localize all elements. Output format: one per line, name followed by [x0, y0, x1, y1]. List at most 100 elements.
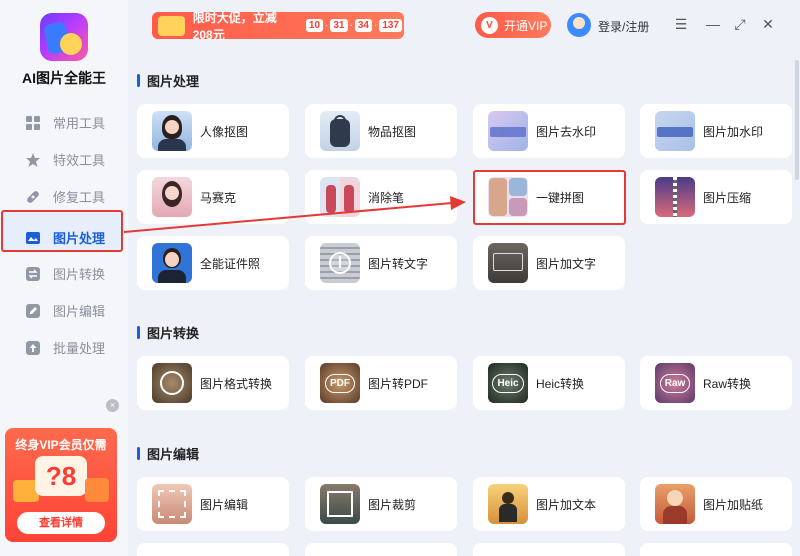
- tool-format-convert[interactable]: 图片格式转换: [137, 356, 289, 410]
- id-photo-icon: [152, 243, 192, 283]
- avatar[interactable]: [567, 13, 591, 37]
- countdown-hours: 10: [305, 19, 324, 32]
- sidebar-item-label: 图片转换: [53, 267, 106, 282]
- login-link[interactable]: 登录/注册: [598, 18, 649, 35]
- sidebar-item-label: 特效工具: [53, 153, 106, 168]
- portrait-cutout-icon: [152, 111, 192, 151]
- tool-add-watermark[interactable]: 图片加水印: [640, 104, 792, 158]
- section-title-image-edit: 图片编辑: [137, 444, 199, 463]
- countdown-separator: ·: [349, 20, 353, 31]
- image-icon: [24, 229, 42, 247]
- app-name: AI图片全能王: [22, 70, 106, 86]
- grid-icon: [24, 114, 42, 132]
- tool-portrait-cutout[interactable]: 人像抠图: [137, 104, 289, 158]
- scrollbar[interactable]: [795, 60, 799, 180]
- sidebar-item-label: 批量处理: [53, 341, 106, 356]
- countdown-minutes: 31: [330, 19, 348, 32]
- sidebar-nav: 常用工具 特效工具 修复工具 图片处理 图片转换 图片编辑 批量处理: [0, 104, 128, 366]
- promo-banner[interactable]: 限时大促，立减208元 10 · 31 · 34 · 137: [152, 11, 404, 42]
- sidebar-item-image-edit[interactable]: 图片编辑: [0, 292, 128, 329]
- vip-ad-banner[interactable]: 终身VIP会员仅需 ?8 查看详情: [5, 428, 117, 542]
- countdown-seconds: 34: [354, 19, 372, 32]
- tool-label: 图片加文本: [536, 497, 597, 512]
- tool-id-photo[interactable]: 全能证件照: [137, 236, 289, 290]
- tool-heic-convert[interactable]: Heic Heic转换: [473, 356, 625, 410]
- tool-compress[interactable]: 图片压缩: [640, 170, 792, 224]
- open-vip-button[interactable]: V 开通VIP: [475, 12, 551, 38]
- tool-add-caption[interactable]: 图片加文本: [473, 477, 625, 531]
- sidebar-item-label: 常用工具: [53, 116, 106, 131]
- mosaic-icon: [152, 177, 192, 217]
- promo-text: 限时大促，立减208元: [192, 10, 277, 42]
- tool-image-to-text[interactable]: 图片转文字: [305, 236, 457, 290]
- tool-label: 图片加水印: [703, 124, 764, 139]
- vip-icon: V: [481, 16, 498, 34]
- sidebar-item-effect-tools[interactable]: 特效工具: [0, 141, 128, 178]
- add-caption-icon: [488, 484, 528, 524]
- object-cutout-icon: [320, 111, 360, 151]
- tool-label: 图片加文字: [536, 256, 597, 271]
- tool-partial-3[interactable]: [473, 543, 625, 556]
- tool-label: 人像抠图: [200, 124, 249, 139]
- image-to-text-icon: [320, 243, 360, 283]
- tool-remove-watermark[interactable]: 图片去水印: [473, 104, 625, 158]
- pdf-badge: PDF: [325, 373, 355, 393]
- tool-label: 图片格式转换: [200, 376, 273, 391]
- tool-eraser-pen[interactable]: 消除笔: [305, 170, 457, 224]
- tool-label: Raw转换: [703, 376, 752, 391]
- close-icon[interactable]: ✕: [759, 15, 777, 33]
- sidebar-item-batch[interactable]: 批量处理: [0, 329, 128, 366]
- section-title-image-processing: 图片处理: [137, 71, 199, 90]
- tool-label: 图片转文字: [368, 256, 429, 271]
- menu-icon[interactable]: ☰: [672, 15, 690, 33]
- tool-label: 马赛克: [200, 190, 237, 205]
- tool-label: 消除笔: [368, 190, 405, 205]
- tool-label: 全能证件照: [200, 256, 261, 271]
- pdf-icon: PDF: [320, 363, 360, 403]
- view-details-button[interactable]: 查看详情: [17, 512, 105, 534]
- tool-label: Heic转换: [536, 376, 585, 391]
- tool-label: 图片压缩: [703, 190, 752, 205]
- ad-title: 终身VIP会员仅需: [15, 438, 107, 452]
- gift-box-icon: [158, 15, 185, 36]
- close-ad-icon[interactable]: ×: [106, 399, 119, 412]
- sidebar-item-label: 图片编辑: [53, 304, 106, 319]
- tool-add-text[interactable]: 图片加文字: [473, 236, 625, 290]
- sidebar-item-repair-tools[interactable]: 修复工具: [0, 178, 128, 215]
- minimize-icon[interactable]: —: [704, 15, 722, 33]
- sidebar-item-image-convert[interactable]: 图片转换: [0, 255, 128, 292]
- tool-label: 图片转PDF: [368, 376, 429, 391]
- collage-highlight-box: [473, 170, 626, 225]
- tool-raw-convert[interactable]: Raw Raw转换: [640, 356, 792, 410]
- tool-object-cutout[interactable]: 物品抠图: [305, 104, 457, 158]
- tool-crop[interactable]: 图片裁剪: [305, 477, 457, 531]
- upload-icon: [24, 339, 42, 357]
- tool-partial-4[interactable]: [640, 543, 792, 556]
- add-watermark-icon: [655, 111, 695, 151]
- bandage-icon: [24, 188, 42, 206]
- tool-partial-2[interactable]: [305, 543, 457, 556]
- tool-sticker[interactable]: 图片加贴纸: [640, 477, 792, 531]
- tool-label: 图片编辑: [200, 497, 249, 512]
- app-logo: [40, 13, 88, 61]
- tool-label: 物品抠图: [368, 124, 417, 139]
- sidebar-item-common-tools[interactable]: 常用工具: [0, 104, 128, 141]
- tool-mosaic[interactable]: 马赛克: [137, 170, 289, 224]
- vip-label: 开通VIP: [504, 18, 548, 33]
- crop-icon: [320, 484, 360, 524]
- tool-label: 图片加贴纸: [703, 497, 764, 512]
- maximize-icon[interactable]: ⤢: [731, 15, 749, 33]
- tool-image-to-pdf[interactable]: PDF 图片转PDF: [305, 356, 457, 410]
- tool-image-edit[interactable]: 图片编辑: [137, 477, 289, 531]
- tool-label: 图片去水印: [536, 124, 597, 139]
- image-edit-icon: [152, 484, 192, 524]
- sticker-icon: [655, 484, 695, 524]
- sidebar-item-label: 图片处理: [53, 231, 106, 246]
- eraser-pen-icon: [320, 177, 360, 217]
- edit-icon: [24, 302, 42, 320]
- tool-partial-1[interactable]: [137, 543, 289, 556]
- gift-icon: [85, 478, 109, 502]
- tool-label: 图片裁剪: [368, 497, 417, 512]
- sidebar-item-image-processing[interactable]: 图片处理: [0, 219, 128, 256]
- format-convert-icon: [152, 363, 192, 403]
